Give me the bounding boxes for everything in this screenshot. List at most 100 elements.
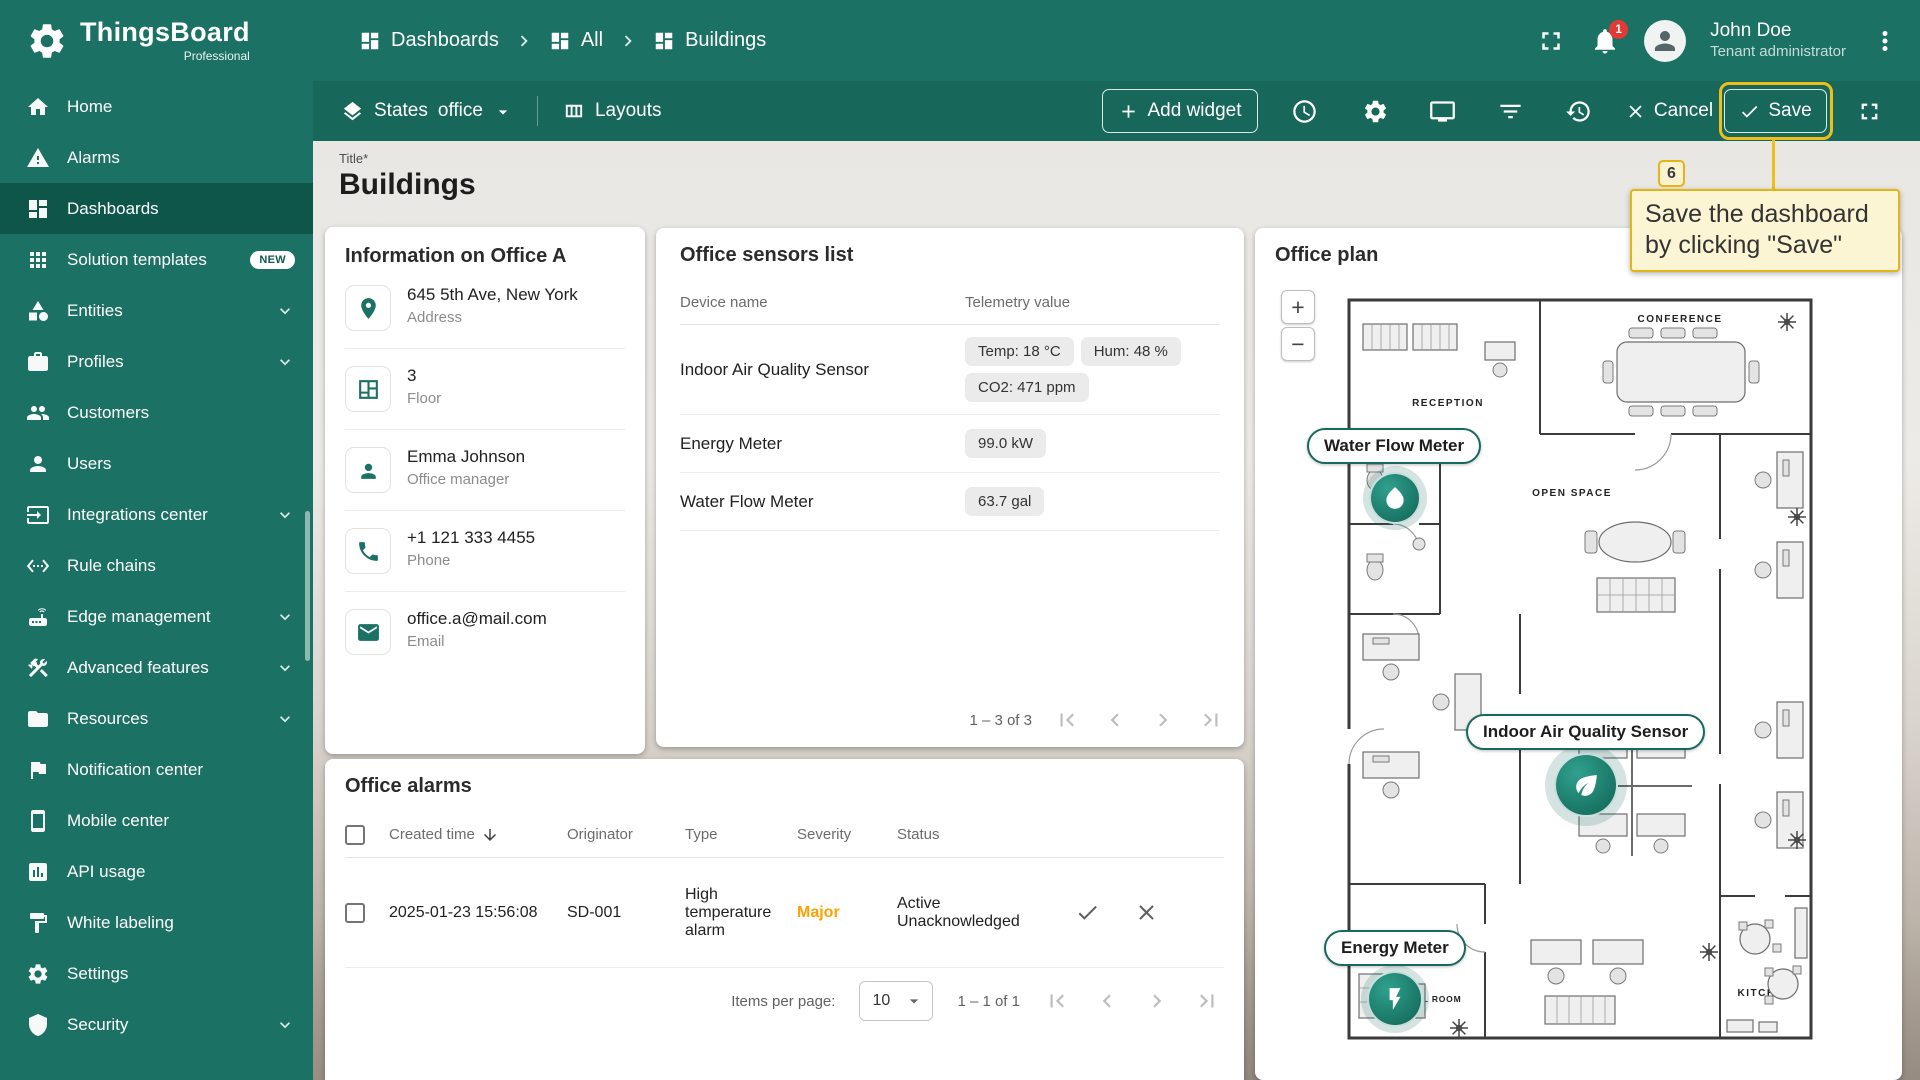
clear-alarm-icon[interactable] xyxy=(1134,900,1159,925)
user-info[interactable]: John Doe Tenant administrator xyxy=(1710,19,1846,62)
last-page-icon[interactable] xyxy=(1198,707,1224,733)
map-marker-label-water-flow-meter[interactable]: Water Flow Meter xyxy=(1307,428,1481,464)
sidebar-item-settings[interactable]: Settings xyxy=(0,948,313,999)
previous-page-icon[interactable] xyxy=(1094,988,1120,1014)
last-page-icon[interactable] xyxy=(1194,988,1220,1014)
first-page-icon[interactable] xyxy=(1044,988,1070,1014)
sidebar-item-label: Entities xyxy=(67,301,258,321)
dashboard-settings-icon[interactable] xyxy=(1362,98,1389,125)
info-label: Phone xyxy=(407,552,535,569)
page-title[interactable]: Buildings xyxy=(339,168,476,202)
chevron-down-icon xyxy=(275,505,295,525)
floor-plan-icon-box xyxy=(345,366,391,412)
sidebar-item-api-usage[interactable]: API usage xyxy=(0,846,313,897)
sidebar-item-white-labeling[interactable]: White labeling xyxy=(0,897,313,948)
sidebar-item-label: Notification center xyxy=(67,760,295,780)
sidebar-item-edge-management[interactable]: Edge management xyxy=(0,591,313,642)
states-icon xyxy=(341,100,364,123)
entity-aliases-icon[interactable] xyxy=(1429,98,1456,125)
sidebar-item-home[interactable]: Home xyxy=(0,81,313,132)
notifications-button[interactable]: 1 xyxy=(1590,26,1620,56)
sidebar-item-alarms[interactable]: Alarms xyxy=(0,132,313,183)
kebab-menu-icon[interactable] xyxy=(1870,26,1900,56)
sensor-row-water-flow-meter[interactable]: Water Flow Meter63.7 gal xyxy=(680,473,1220,531)
sidebar-item-integrations-center[interactable]: Integrations center xyxy=(0,489,313,540)
app-name: ThingsBoard xyxy=(80,19,250,46)
filters-icon[interactable] xyxy=(1497,98,1524,125)
breadcrumb-item-dashboards[interactable]: Dashboards xyxy=(359,29,499,52)
info-row-floor: 3Floor xyxy=(345,349,625,430)
map-marker-indoor-air-quality-sensor[interactable] xyxy=(1554,753,1618,817)
map-marker-label-indoor-air-quality-sensor[interactable]: Indoor Air Quality Sensor xyxy=(1466,714,1705,750)
gear-icon xyxy=(26,962,50,986)
sidebar-item-dashboards[interactable]: Dashboards xyxy=(0,183,313,234)
sidebar-item-rule-chains[interactable]: Rule chains xyxy=(0,540,313,591)
breadcrumb: Dashboards All Buildings xyxy=(359,29,766,52)
previous-page-icon[interactable] xyxy=(1102,707,1128,733)
sidebar-item-mobile-center[interactable]: Mobile center xyxy=(0,795,313,846)
info-label: Email xyxy=(407,633,547,650)
sidebar-item-security[interactable]: Security xyxy=(0,999,313,1050)
first-page-icon[interactable] xyxy=(1054,707,1080,733)
column-status: Status xyxy=(897,826,1065,843)
map-marker-energy-meter[interactable] xyxy=(1367,971,1423,1027)
chevron-left-icon xyxy=(1102,707,1128,733)
toolbar-fullscreen-icon[interactable] xyxy=(1856,98,1883,125)
items-per-page-select[interactable]: 10 xyxy=(859,981,933,1021)
next-page-icon[interactable] xyxy=(1144,988,1170,1014)
sidebar-scrollbar-thumb[interactable] xyxy=(305,511,310,661)
info-label: Floor xyxy=(407,390,441,407)
chevron-down-icon xyxy=(275,1015,295,1035)
thingsboard-app: ThingsBoard Professional Dashboards All Bu… xyxy=(0,0,1920,1080)
sidebar-item-users[interactable]: Users xyxy=(0,438,313,489)
sort-descending-icon[interactable] xyxy=(481,826,499,844)
states-selector[interactable]: States office xyxy=(341,100,513,123)
states-caret-icon xyxy=(493,101,513,121)
room-label-open-space: OPEN SPACE xyxy=(1532,488,1612,499)
zoom-out-button[interactable]: − xyxy=(1281,327,1315,361)
map-marker-water-flow-meter[interactable] xyxy=(1369,472,1421,524)
add-widget-button[interactable]: Add widget xyxy=(1102,89,1258,133)
row-checkbox[interactable] xyxy=(345,903,365,923)
alarm-row[interactable]: 2025-01-23 15:56:08 SD-001 High temperat… xyxy=(345,858,1224,968)
fullscreen-icon[interactable] xyxy=(1536,26,1566,56)
sidebar: Home AlarmsDashboardsSolution templatesNE… xyxy=(0,81,313,1080)
logo[interactable]: ThingsBoard Professional xyxy=(0,19,313,63)
sensor-row-energy-meter[interactable]: Energy Meter99.0 kW xyxy=(680,415,1220,473)
map-marker-label-energy-meter[interactable]: Energy Meter xyxy=(1324,930,1466,966)
time-window-icon[interactable] xyxy=(1291,98,1318,125)
add-widget-label: Add widget xyxy=(1147,100,1241,122)
sidebar-item-label: Profiles xyxy=(67,352,258,372)
chevron-right-icon xyxy=(1144,988,1170,1014)
sidebar-item-customers[interactable]: Customers xyxy=(0,387,313,438)
zoom-in-button[interactable]: + xyxy=(1281,290,1315,324)
cancel-button[interactable]: Cancel xyxy=(1616,89,1722,133)
version-history-icon[interactable] xyxy=(1565,98,1592,125)
sidebar-item-resources[interactable]: Resources xyxy=(0,693,313,744)
widget-office-plan: Office plan + − CONFERENCE xyxy=(1255,228,1902,1080)
layouts-button[interactable]: Layouts xyxy=(562,100,662,123)
sidebar-item-profiles[interactable]: Profiles xyxy=(0,336,313,387)
sidebar-item-label: Home xyxy=(67,97,295,117)
acknowledge-alarm-icon[interactable] xyxy=(1075,900,1100,925)
app-edition: Professional xyxy=(80,49,250,63)
schedule-icon xyxy=(1291,98,1318,125)
paint-icon xyxy=(26,911,50,935)
telemetry-chip: 63.7 gal xyxy=(965,487,1044,516)
map-zoom-control: + − xyxy=(1281,290,1315,361)
folder-icon xyxy=(26,707,50,731)
breadcrumb-item-all[interactable]: All xyxy=(549,29,603,52)
breadcrumb-item-buildings[interactable]: Buildings xyxy=(653,29,766,52)
save-button[interactable]: Save xyxy=(1724,89,1827,133)
avatar[interactable] xyxy=(1644,20,1686,62)
sidebar-item-solution-templates[interactable]: Solution templatesNEW xyxy=(0,234,313,285)
sidebar-item-notification-center[interactable]: Notification center xyxy=(0,744,313,795)
breadcrumb-label: All xyxy=(581,29,603,52)
sidebar-item-entities[interactable]: Entities xyxy=(0,285,313,336)
select-all-checkbox[interactable] xyxy=(345,825,365,845)
smartphone-icon xyxy=(26,809,50,833)
next-page-icon[interactable] xyxy=(1150,707,1176,733)
sensor-row-indoor-air-quality-sensor[interactable]: Indoor Air Quality SensorTemp: 18 °CHum:… xyxy=(680,325,1220,415)
tutorial-connector-line xyxy=(1772,139,1775,190)
sidebar-item-advanced-features[interactable]: Advanced features xyxy=(0,642,313,693)
